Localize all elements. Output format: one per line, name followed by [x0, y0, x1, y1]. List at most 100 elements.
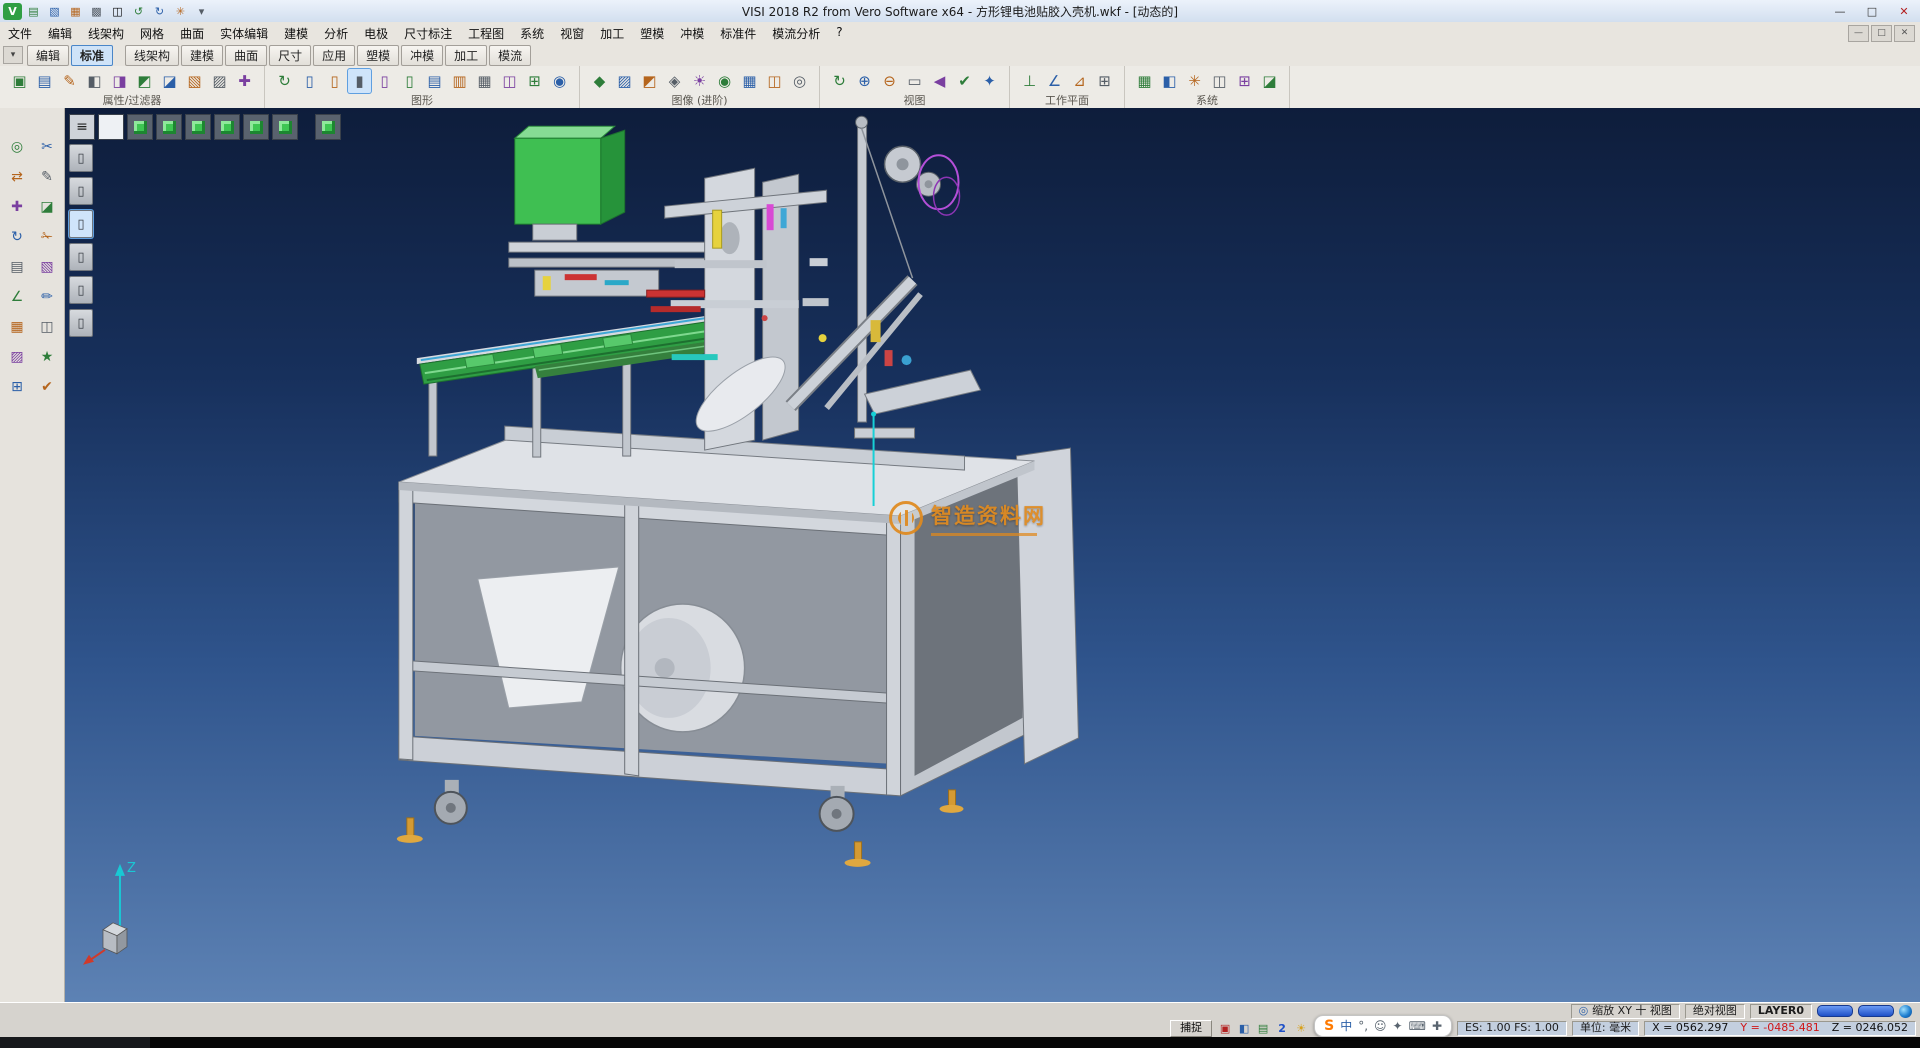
left-view-icon[interactable]: [243, 114, 269, 140]
visi-logo-icon[interactable]: V: [3, 3, 22, 20]
previous-view-icon[interactable]: ◀: [928, 69, 951, 93]
soft-keyboard-icon[interactable]: ⌨: [1409, 1019, 1426, 1033]
emoji-icon[interactable]: ☺: [1374, 1019, 1387, 1033]
profile-icon[interactable]: ◪: [1258, 69, 1281, 93]
doc-minimize-button[interactable]: —: [1848, 25, 1869, 42]
dual-screen-icon[interactable]: ◫: [1208, 69, 1231, 93]
menu-item[interactable]: 建模: [276, 25, 316, 42]
filter-points-icon[interactable]: ▯: [69, 144, 93, 172]
grid-display-icon[interactable]: ⊞: [523, 69, 546, 93]
voice-icon[interactable]: ✦: [1393, 1019, 1403, 1033]
menu-item[interactable]: 尺寸标注: [396, 25, 460, 42]
menu-item[interactable]: 网格: [132, 25, 172, 42]
filter-type-icon[interactable]: ◩: [133, 69, 156, 93]
chinese-mode-icon[interactable]: 中: [1340, 1017, 1352, 1034]
menu-item[interactable]: 模流分析: [764, 25, 828, 42]
workplane-3pt-icon[interactable]: ⊿: [1068, 69, 1091, 93]
front-view-icon[interactable]: [156, 114, 182, 140]
viewport-3d[interactable]: Z ≡ ▯▯▯▯▯▯: [65, 108, 1920, 1002]
tab[interactable]: 曲面: [225, 45, 267, 66]
layers-tool-icon[interactable]: ▤: [5, 256, 29, 278]
filter-curves-icon[interactable]: ▯: [69, 177, 93, 205]
snap-toggle-button[interactable]: 捕捉: [1170, 1020, 1212, 1037]
hidden-line-mode-icon[interactable]: ▯: [323, 69, 346, 93]
ghost-mode-icon[interactable]: ▯: [373, 69, 396, 93]
menu-item[interactable]: 电极: [356, 25, 396, 42]
menu-item[interactable]: ?: [828, 25, 850, 42]
cut-tool-icon[interactable]: ✂: [35, 136, 59, 158]
move-tool-icon[interactable]: ✚: [5, 196, 29, 218]
menu-item[interactable]: 线架构: [80, 25, 132, 42]
annotate-tool-icon[interactable]: ✏: [35, 286, 59, 308]
attribute-edit-icon[interactable]: ▣: [8, 69, 31, 93]
reset-filter-icon[interactable]: ✚: [233, 69, 256, 93]
sheet-tool-icon[interactable]: ▧: [35, 256, 59, 278]
top-view-icon[interactable]: [185, 114, 211, 140]
back-view-icon[interactable]: [272, 114, 298, 140]
system-colors-icon[interactable]: ▦: [1133, 69, 1156, 93]
filter-element-icon[interactable]: ◪: [158, 69, 181, 93]
tab[interactable]: 线架构: [125, 45, 179, 66]
active-layer-indicator[interactable]: LAYER0: [1750, 1004, 1812, 1019]
measure-tool-icon[interactable]: ∠: [5, 286, 29, 308]
customize-dropdown-icon[interactable]: ▾: [192, 3, 211, 20]
rotate-tool-icon[interactable]: ↻: [5, 226, 29, 248]
workplane-xy-icon[interactable]: ⊥: [1018, 69, 1041, 93]
filter-solids-icon[interactable]: ▯: [69, 210, 93, 238]
weather-icon[interactable]: ☀: [1293, 1021, 1309, 1036]
options-icon[interactable]: ✳: [1183, 69, 1206, 93]
cylinder-display-icon[interactable]: ▯: [398, 69, 421, 93]
zoom-tool-icon[interactable]: ◎: [5, 136, 29, 158]
workplane-grid-icon[interactable]: ⊞: [1093, 69, 1116, 93]
attribute-pencil-icon[interactable]: ✎: [58, 69, 81, 93]
menu-item[interactable]: 系统: [512, 25, 552, 42]
sogou-logo-icon[interactable]: S: [1324, 1018, 1334, 1034]
filter-layer-icon[interactable]: ◨: [108, 69, 131, 93]
open-file-icon[interactable]: ▧: [45, 3, 64, 20]
background-icon[interactable]: ▦: [738, 69, 761, 93]
zoom-in-icon[interactable]: ⊕: [853, 69, 876, 93]
render-icon[interactable]: ◆: [588, 69, 611, 93]
zoom-widget[interactable]: ◎ 缩放 XY 十 视图: [1571, 1004, 1680, 1019]
tab[interactable]: 标准: [71, 45, 113, 66]
texture-icon[interactable]: ▨: [613, 69, 636, 93]
punctuation-icon[interactable]: °,: [1358, 1019, 1368, 1033]
dynamic-view-icon[interactable]: ✦: [978, 69, 1001, 93]
orbit-icon[interactable]: ↻: [828, 69, 851, 93]
network-icon[interactable]: ◧: [1236, 1021, 1252, 1036]
undo-icon[interactable]: ↺: [129, 3, 148, 20]
workplane-angle-icon[interactable]: ∠: [1043, 69, 1066, 93]
print-preview-icon[interactable]: ◫: [108, 3, 127, 20]
database-display-icon[interactable]: ▥: [448, 69, 471, 93]
zoom-out-icon[interactable]: ⊖: [878, 69, 901, 93]
save-icon[interactable]: ▦: [66, 3, 85, 20]
trim-tool-icon[interactable]: ✁: [35, 226, 59, 248]
copy-tool-icon[interactable]: ◫: [35, 316, 59, 338]
toolbox-icon[interactable]: ✚: [1432, 1019, 1442, 1033]
selection-mask-icon[interactable]: ▧: [183, 69, 206, 93]
new-file-icon[interactable]: ▤: [24, 3, 43, 20]
split-display-icon[interactable]: ◫: [498, 69, 521, 93]
menu-item[interactable]: 分析: [316, 25, 356, 42]
erase-tool-icon[interactable]: ◪: [35, 196, 59, 218]
filter-surfaces-icon[interactable]: ▯: [69, 243, 93, 271]
tab[interactable]: 编辑: [27, 45, 69, 66]
print-icon[interactable]: ▩: [87, 3, 106, 20]
message-icon[interactable]: ▤: [1255, 1021, 1271, 1036]
tab[interactable]: 应用: [313, 45, 355, 66]
matrix-icon[interactable]: ⊞: [1233, 69, 1256, 93]
shadow-icon[interactable]: ◩: [638, 69, 661, 93]
grid-tool-icon[interactable]: ⊞: [5, 376, 29, 398]
menu-item[interactable]: 视窗: [552, 25, 592, 42]
transform-tool-icon[interactable]: ⇄: [5, 166, 29, 188]
shaded-mode-icon[interactable]: ▮: [348, 69, 371, 93]
menu-item[interactable]: 编辑: [40, 25, 80, 42]
favorites-tool-icon[interactable]: ★: [35, 346, 59, 368]
menu-item[interactable]: 冲模: [672, 25, 712, 42]
menu-item[interactable]: 标准件: [712, 25, 764, 42]
tab[interactable]: 冲模: [401, 45, 443, 66]
tab[interactable]: 尺寸: [269, 45, 311, 66]
window-split-icon[interactable]: ◧: [1158, 69, 1181, 93]
iso-view-icon[interactable]: [127, 114, 153, 140]
tab-dropdown-icon[interactable]: ▾: [3, 46, 23, 64]
